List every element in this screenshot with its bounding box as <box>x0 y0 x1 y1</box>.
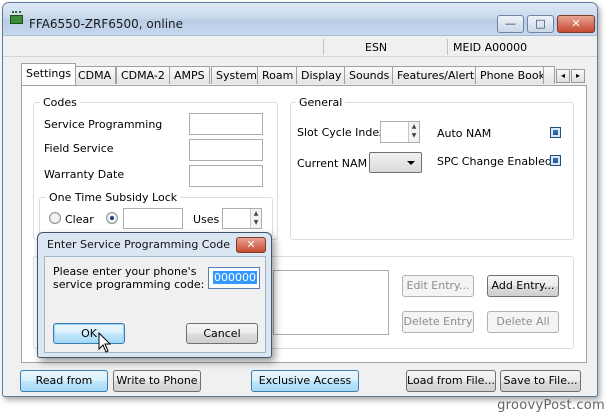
uses-spinner[interactable]: ▲ ▼ <box>222 208 262 229</box>
maximize-button[interactable]: □ <box>527 15 554 33</box>
slot-cycle-index-spinner[interactable]: ▲ ▼ <box>380 121 420 143</box>
watermark: groovyPost.com <box>497 398 605 413</box>
auto-nam-label: Auto NAM <box>437 127 492 140</box>
status-separator <box>447 39 448 55</box>
service-code-dialog: Enter Service Programming Code ✕ Please … <box>37 232 272 358</box>
tab-features-alerts[interactable]: Features/Alerts <box>392 66 485 84</box>
dialog-body: Please enter your phone's service progra… <box>44 256 266 353</box>
slot-cycle-index-label: Slot Cycle Index <box>297 126 386 139</box>
spc-change-enabled-label: SPC Change Enabled <box>437 155 552 168</box>
write-to-phone-button[interactable]: Write to Phone <box>113 370 201 392</box>
delete-entry-button[interactable]: Delete Entry <box>402 311 474 333</box>
warranty-date-label: Warranty Date <box>44 168 125 181</box>
dialog-prompt: Please enter your phone's service progra… <box>53 265 204 291</box>
spc-change-enabled-checkbox[interactable] <box>550 155 561 166</box>
load-from-file-button[interactable]: Load from File... <box>406 370 496 392</box>
dialog-prompt-line2: service programming code: <box>53 278 205 291</box>
read-from-phone-button[interactable]: Read from Phone <box>20 370 108 396</box>
cancel-button[interactable]: Cancel <box>186 323 258 344</box>
close-button[interactable]: ✕ <box>557 15 595 33</box>
tab-system[interactable]: System <box>211 66 263 84</box>
dialog-title: Enter Service Programming Code <box>47 238 230 251</box>
otsl-code-field[interactable] <box>123 208 183 229</box>
window-title: FFA6550-ZRF6500, online <box>29 17 184 31</box>
dialog-close-button[interactable]: ✕ <box>236 237 266 253</box>
tab-sounds[interactable]: Sounds <box>344 66 395 84</box>
service-programming-label: Service Programming <box>44 118 163 131</box>
warranty-date-field[interactable] <box>189 165 263 187</box>
exclusive-access-button[interactable]: Exclusive Access <box>251 370 359 392</box>
service-code-input[interactable]: 000000 <box>208 267 260 289</box>
spinner-arrows-icon[interactable]: ▲ ▼ <box>408 122 419 142</box>
general-legend: General <box>296 96 346 109</box>
add-entry-button[interactable]: Add Entry... <box>487 275 559 297</box>
auto-nam-checkbox[interactable] <box>550 127 561 138</box>
save-to-file-button[interactable]: Save to File... <box>500 370 581 392</box>
tab-scroll-left-icon[interactable]: ◂ <box>556 69 570 83</box>
tab-display[interactable]: Display <box>296 66 347 84</box>
clear-radio[interactable] <box>49 212 61 224</box>
tab-amps[interactable]: AMPS <box>169 66 210 84</box>
field-service-field[interactable] <box>189 139 263 161</box>
ok-button[interactable]: OK <box>53 323 125 344</box>
spinner-arrows-icon[interactable]: ▲ ▼ <box>250 209 261 228</box>
status-bar: ESN MEID A00000 <box>3 37 597 57</box>
minimize-button[interactable]: — <box>497 15 524 33</box>
mouse-cursor-icon <box>98 332 112 353</box>
phone-app-icon <box>10 11 23 24</box>
general-group <box>290 102 574 240</box>
current-nam-label: Current NAM <box>297 157 368 170</box>
tab-cdma[interactable]: CDMA <box>73 66 117 84</box>
code-radio[interactable] <box>106 212 118 224</box>
entry-list[interactable] <box>273 270 389 335</box>
service-code-value: 000000 <box>213 271 257 284</box>
tab-settings[interactable]: Settings <box>21 63 77 85</box>
clear-label: Clear <box>65 213 94 226</box>
tab-overflow[interactable] <box>543 66 555 84</box>
current-nam-dropdown[interactable] <box>369 152 422 173</box>
tab-phone-book[interactable]: Phone Book <box>475 66 550 84</box>
title-bar[interactable]: FFA6550-ZRF6500, online — □ ✕ <box>3 3 597 36</box>
uses-label: Uses <box>193 213 220 226</box>
delete-all-button[interactable]: Delete All <box>487 311 559 333</box>
status-separator <box>323 39 324 55</box>
tab-scroll-right-icon[interactable]: ▸ <box>571 69 585 83</box>
chevron-down-icon <box>407 161 415 165</box>
esn-label: ESN <box>365 41 388 54</box>
codes-legend: Codes <box>40 96 80 109</box>
tab-cdma-2[interactable]: CDMA-2 <box>116 66 170 84</box>
field-service-label: Field Service <box>44 142 114 155</box>
otsl-legend: One Time Subsidy Lock <box>46 191 181 204</box>
dialog-prompt-line1: Please enter your phone's <box>53 265 197 278</box>
service-programming-field[interactable] <box>189 113 263 135</box>
edit-entry-button[interactable]: Edit Entry... <box>402 275 474 297</box>
tab-roam[interactable]: Roam <box>257 66 299 84</box>
meid-label: MEID A00000 <box>453 41 528 54</box>
